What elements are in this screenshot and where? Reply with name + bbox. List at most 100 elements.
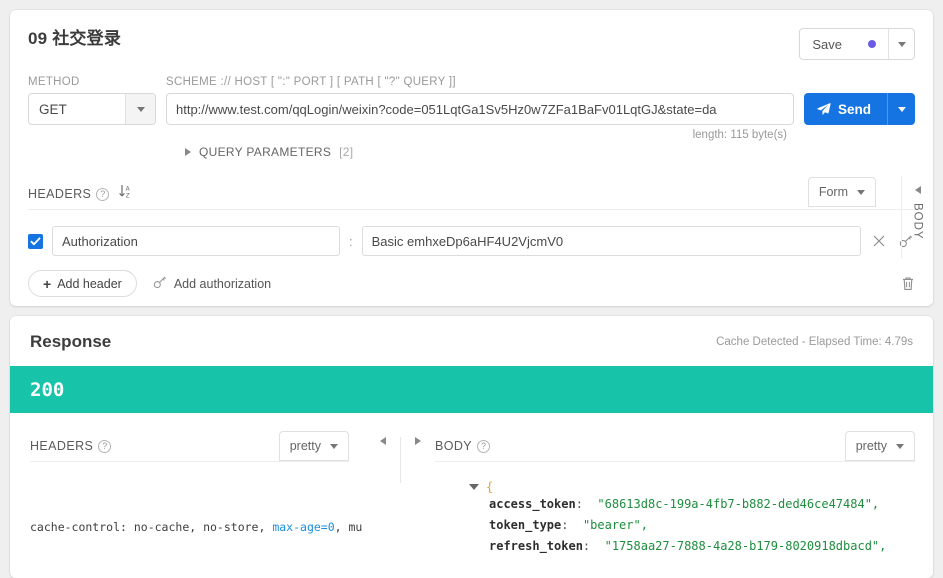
response-headers-panel: HEADERS ? pretty cache-control: no-cache…: [10, 413, 365, 578]
json-key: token_type: [489, 518, 562, 532]
response-body-panel: BODY ? pretty { access_token: "68613d8c-…: [435, 413, 933, 578]
response-body-format-select[interactable]: pretty: [844, 431, 915, 461]
send-label: Send: [837, 101, 871, 117]
chevron-down-icon: [857, 189, 865, 195]
url-label: SCHEME :// HOST [ ":" PORT ] [ PATH [ "?…: [166, 76, 456, 88]
json-entry: access_token: "68613d8c-199a-4fb7-b882-d…: [469, 494, 915, 515]
save-button[interactable]: Save: [800, 29, 888, 59]
body-side-tab-label: BODY: [911, 203, 924, 240]
method-select[interactable]: GET: [28, 93, 156, 125]
json-value: "bearer",: [582, 518, 648, 532]
request-panel: 09 社交登录 Save METHOD GET SCHEME:// HOST …: [10, 10, 933, 306]
help-icon[interactable]: ?: [98, 439, 112, 453]
send-button[interactable]: Send: [804, 93, 887, 125]
url-length-note: length: 115 byte(s): [692, 129, 787, 141]
svg-text:Z: Z: [126, 192, 130, 199]
json-separator: :: [575, 497, 583, 511]
header-actions-row: + Add header Add authorization: [28, 256, 915, 297]
method-dropdown-button[interactable]: [125, 94, 155, 124]
header-line-highlight: max-age=0: [272, 520, 335, 534]
status-bar: 200: [10, 366, 933, 413]
json-entry: token_type: "bearer",: [469, 515, 915, 536]
send-plane-icon: [817, 102, 831, 115]
delete-headers-icon[interactable]: [901, 276, 915, 291]
json-open-brace: {: [486, 480, 494, 494]
header-line-tail: , mu: [334, 520, 363, 534]
help-icon[interactable]: ?: [96, 187, 110, 201]
query-parameters-label: QUERY PARAMETERS: [199, 145, 332, 159]
json-key: refresh_token: [489, 539, 583, 553]
response-title: Response: [30, 332, 112, 351]
json-key: access_token: [489, 497, 576, 511]
header-value-input[interactable]: [361, 226, 861, 256]
send-split-button[interactable]: Send: [803, 93, 915, 125]
save-label: Save: [812, 36, 842, 52]
request-headers-bar: HEADERS ? A Z: [28, 179, 915, 209]
json-root-row: {: [469, 480, 915, 494]
url-row: METHOD GET SCHEME :// HOST [ ":" PORT ] …: [10, 60, 933, 125]
panel-prev-button[interactable]: [365, 437, 400, 445]
url-input[interactable]: [166, 93, 794, 125]
response-headers-content: cache-control: no-cache, no-store, max-a…: [30, 462, 362, 578]
key-icon: [153, 275, 167, 292]
status-code: 200: [30, 378, 65, 401]
chevron-right-icon: [415, 437, 421, 445]
response-body-format-value: pretty: [855, 439, 887, 453]
json-entry: refresh_token: "1758aa27-7888-4a28-b179-…: [469, 536, 915, 557]
header-line-text: cache-control: no-cache, no-store,: [30, 520, 273, 534]
add-authorization-button[interactable]: Add authorization: [153, 275, 271, 292]
request-headers-section: HEADERS ? A Z Form Authorization: Basic…: [10, 177, 933, 306]
add-authorization-label: Add authorization: [173, 276, 272, 291]
clear-header-icon[interactable]: [870, 235, 888, 247]
add-header-label: Add header: [57, 276, 122, 291]
chevron-down-icon: [897, 41, 906, 47]
headers-format-value: Form: [818, 185, 848, 199]
request-title: 09 社交登录: [28, 29, 122, 48]
response-body-bar: BODY ? pretty: [435, 431, 915, 461]
json-separator: :: [582, 539, 591, 553]
header-colon: :: [349, 233, 353, 249]
collapse-icon[interactable]: [469, 484, 479, 490]
save-split-button[interactable]: Save: [799, 28, 915, 60]
chevron-down-icon: [330, 443, 338, 449]
method-value: GET: [39, 101, 67, 117]
request-headers-label: HEADERS: [28, 187, 92, 201]
query-parameters-toggle[interactable]: QUERY PARAMETERS [2]: [10, 141, 933, 159]
header-key-input[interactable]: [52, 226, 340, 256]
response-panels: HEADERS ? pretty cache-control: no-cache…: [10, 413, 933, 578]
response-body-label: BODY: [435, 439, 473, 453]
app-root: 09 社交登录 Save METHOD GET SCHEME:// HOST …: [0, 0, 943, 578]
url-block: SCHEME :// HOST [ ":" PORT ] [ PATH [ "?…: [166, 76, 794, 125]
chevron-down-icon: [896, 443, 904, 449]
json-value: "68613d8c-199a-4fb7-b882-ded46ce47484",: [597, 497, 880, 511]
response-headers-bar: HEADERS ? pretty: [30, 431, 349, 461]
method-label: METHOD: [28, 76, 80, 88]
help-icon[interactable]: ?: [477, 439, 491, 453]
save-dropdown-button[interactable]: [888, 29, 914, 59]
response-meta: Cache Detected - Elapsed Time: 4.79s: [716, 336, 913, 348]
response-body-content: { access_token: "68613d8c-199a-4fb7-b882…: [435, 462, 915, 557]
query-parameters-count: [2]: [339, 145, 354, 159]
headers-format-select[interactable]: Form: [807, 177, 876, 207]
send-dropdown-button[interactable]: [887, 93, 915, 125]
header-row: :: [28, 210, 915, 256]
response-headers-label: HEADERS: [30, 439, 94, 453]
response-headers-format-value: pretty: [289, 439, 321, 453]
chevron-right-icon: [185, 148, 191, 156]
plus-icon: +: [43, 275, 52, 292]
json-separator: :: [561, 518, 569, 532]
panel-next-button[interactable]: [400, 437, 435, 483]
chevron-down-icon: [897, 106, 906, 112]
body-side-tab[interactable]: BODY: [901, 176, 933, 258]
request-header-row: 09 社交登录 Save: [10, 28, 933, 60]
chevron-down-icon: [136, 106, 145, 112]
response-headers-format-select[interactable]: pretty: [278, 431, 349, 461]
header-enabled-checkbox[interactable]: [28, 233, 43, 249]
response-panel: Response Cache Detected - Elapsed Time: …: [10, 316, 933, 578]
add-header-button[interactable]: + Add header: [28, 270, 137, 297]
json-value: "1758aa27-7888-4a28-b179-8020918dbacd",: [604, 539, 887, 553]
response-header-row: Response Cache Detected - Elapsed Time: …: [10, 316, 933, 366]
method-block: METHOD GET: [28, 76, 156, 125]
panel-nav-arrows: [365, 413, 435, 578]
sort-az-icon[interactable]: A Z: [118, 184, 132, 204]
